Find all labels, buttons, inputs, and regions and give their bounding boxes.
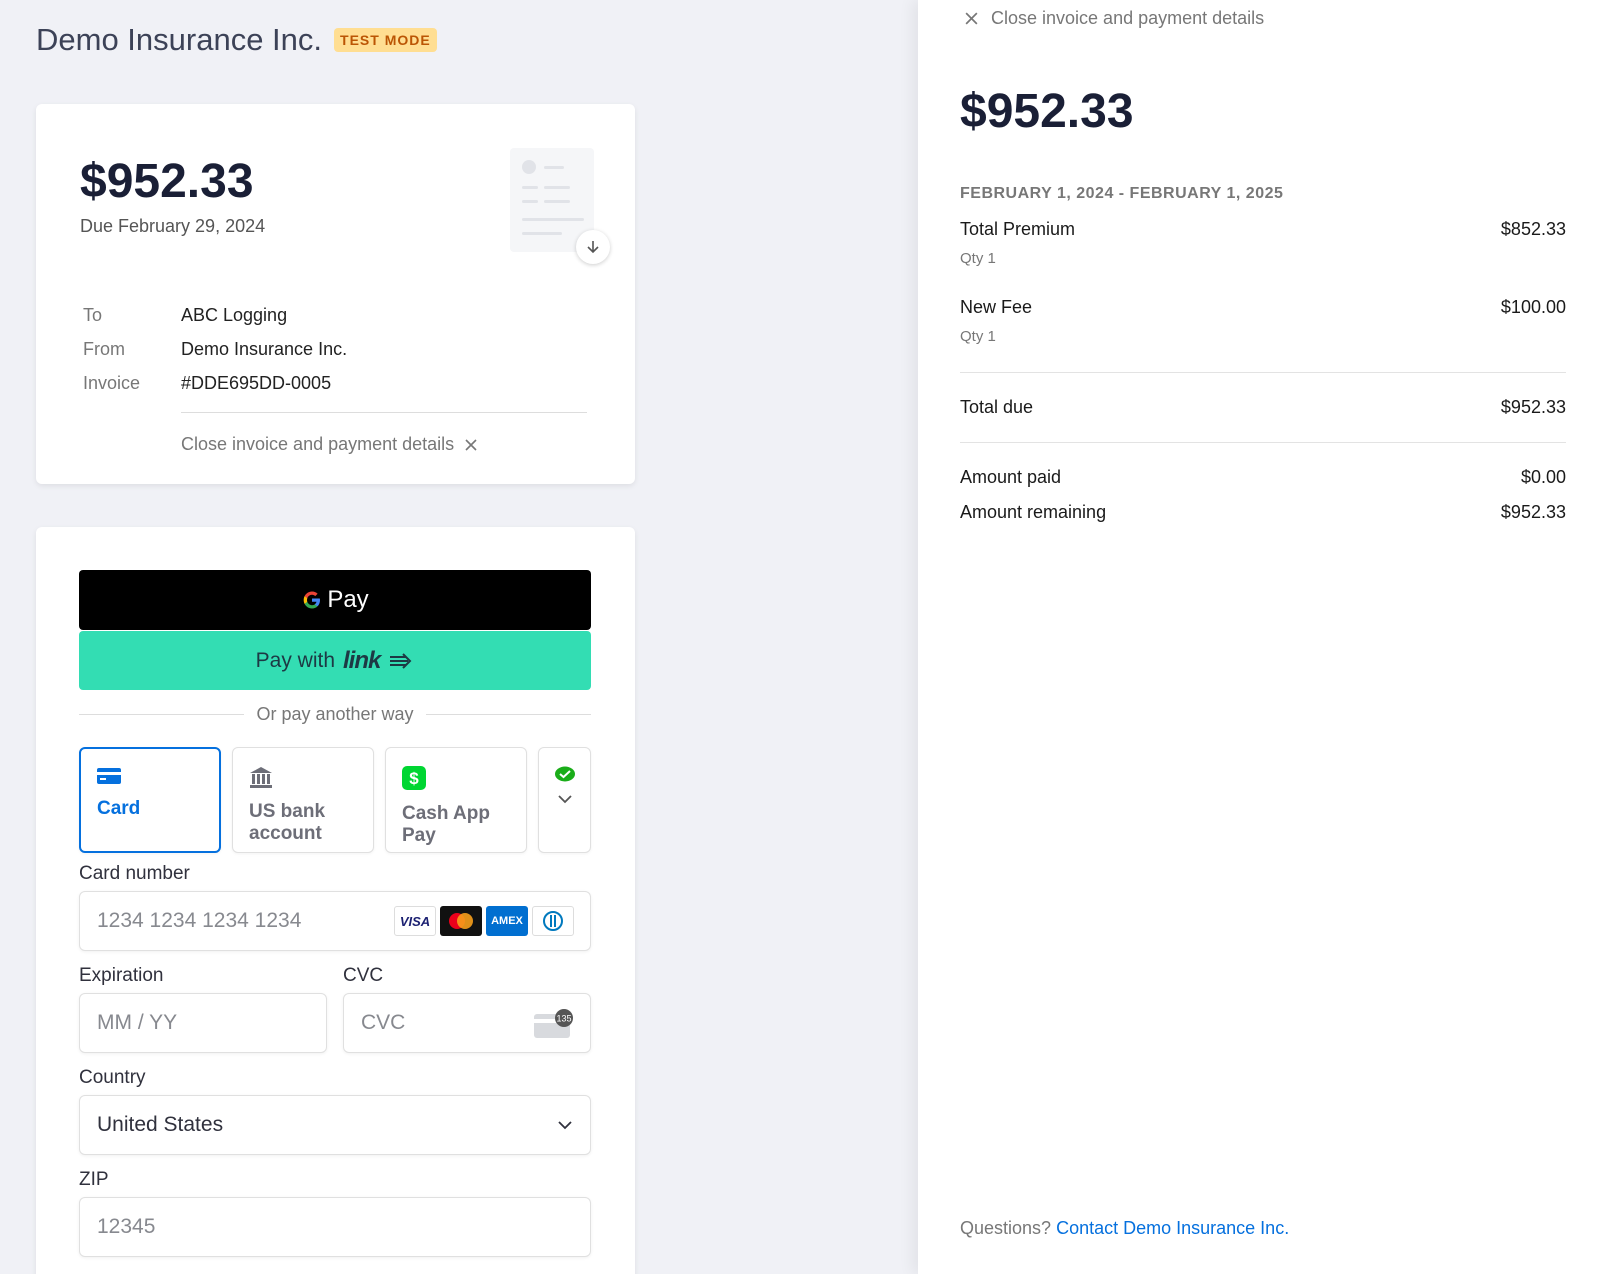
invoice-summary-card: $952.33 Due February 29, 2024 To ABC Log… [36,104,635,484]
card-icon [97,768,121,784]
chevron-down-icon [558,1121,572,1130]
card-brand-logos: VISA AMEX [394,906,574,936]
meta-row-to: To ABC Logging [83,304,288,325]
close-details-link[interactable]: Close invoice and payment details [181,434,478,455]
questions-footer: Questions? Contact Demo Insurance Inc. [960,1218,1290,1238]
diners-icon [532,906,574,936]
billing-period: FEBRUARY 1, 2024 - FEBRUARY 1, 2025 [960,185,1284,202]
close-icon [465,438,477,451]
meta-row-from: From Demo Insurance Inc. [83,338,348,359]
divider [181,412,587,413]
cvc-input[interactable]: CVC 135 [343,993,591,1053]
brand-header: Demo Insurance Inc. TEST MODE [36,22,437,58]
total-due-row: Total due $952.33 [960,397,1566,417]
line-item-qty: Qty 1 [960,328,996,345]
bank-icon [250,767,272,788]
merchant-name: Demo Insurance Inc. [36,22,323,57]
divider [960,372,1566,373]
expiration-input[interactable]: MM / YY [79,993,327,1053]
tab-us-bank-account[interactable]: US bank account [232,747,374,853]
zip-label: ZIP [79,1169,109,1190]
pay-with-link-button[interactable]: Pay with link [79,631,591,690]
cvc-card-icon: 135 [534,1009,573,1038]
tab-card[interactable]: Card [79,747,221,853]
amex-icon: AMEX [486,906,528,936]
visa-icon: VISA [394,906,436,936]
test-mode-badge: TEST MODE [334,28,437,52]
divider [960,442,1566,443]
svg-text:135: 135 [556,1014,571,1024]
card-number-label: Card number [79,863,190,884]
card-number-input[interactable]: 1234 1234 1234 1234 VISA AMEX [79,891,591,951]
mastercard-icon [440,906,482,936]
zip-input[interactable]: 12345 [79,1197,591,1257]
invoice-details-panel: Close invoice and payment details $952.3… [918,0,1600,1274]
download-icon[interactable] [576,230,610,264]
amount-remaining-row: Amount remaining $952.33 [960,502,1566,522]
arrow-right-icon [390,652,412,669]
due-date: Due February 29, 2024 [80,216,266,236]
invoice-meta: To ABC Logging From Demo Insurance Inc. … [83,298,347,400]
cvc-label: CVC [343,965,384,986]
line-item: New Fee $100.00 [960,297,1566,317]
wechat-pay-icon [554,766,575,782]
chevron-down-icon [557,795,572,804]
link-logo: link [343,646,381,674]
close-details-button[interactable]: Close invoice and payment details [964,8,1264,29]
invoice-amount: $952.33 [80,155,254,208]
line-item: Total Premium $852.33 [960,219,1566,239]
svg-text:$: $ [409,769,419,788]
or-divider: Or pay another way [79,704,592,725]
cash-app-icon: $ [402,766,426,790]
tab-cash-app-pay[interactable]: $ Cash App Pay [385,747,527,853]
amount-paid-row: Amount paid $0.00 [960,467,1566,487]
contact-merchant-link[interactable]: Contact Demo Insurance Inc. [1056,1218,1289,1238]
country-select[interactable]: United States [79,1095,591,1155]
meta-row-invoice: Invoice #DDE695DD-0005 [83,372,332,393]
country-label: Country [79,1067,146,1088]
close-icon [965,12,978,25]
expiration-label: Expiration [79,965,164,986]
line-item-qty: Qty 1 [960,250,996,267]
google-g-icon [304,591,321,609]
more-payment-methods[interactable] [538,747,591,853]
google-pay-button[interactable]: Pay [79,570,591,630]
details-amount: $952.33 [960,85,1134,138]
payment-card: Pay Pay with link Or pay another way Car… [36,527,635,1274]
